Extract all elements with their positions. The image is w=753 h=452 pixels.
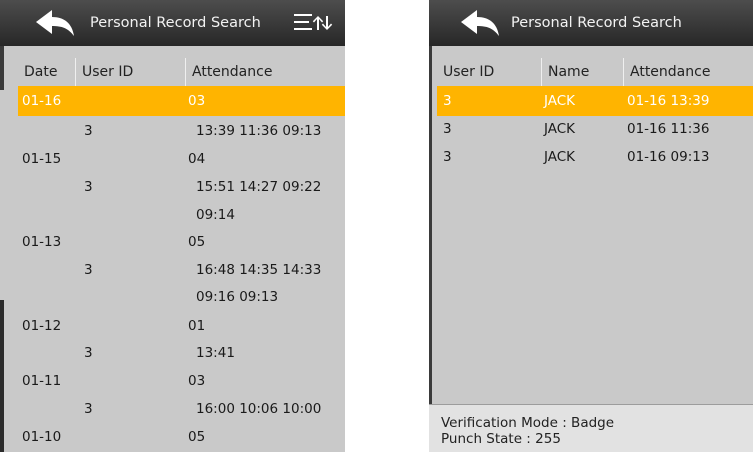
table-row[interactable]: 3 JACK 01-16 13:39	[437, 86, 753, 116]
record-detail-footer: Verification Mode : Badge Punch State : …	[429, 404, 753, 452]
table-row[interactable]: 09:14	[18, 200, 345, 230]
title-bar: Personal Record Search	[0, 0, 345, 46]
back-button[interactable]	[455, 7, 505, 39]
table-row[interactable]: 01-13 05	[18, 227, 345, 257]
date-cell: 01-12	[22, 318, 62, 334]
sort-icon	[294, 14, 333, 30]
attendance-cell: 04	[188, 151, 206, 167]
attendance-cell: 01-16 09:13	[627, 149, 710, 165]
table-header: User ID Name Attendance	[437, 58, 753, 86]
table-row[interactable]: 3 13:39 11:36 09:13	[18, 116, 345, 146]
back-button[interactable]	[30, 7, 80, 39]
page-title: Personal Record Search	[90, 15, 261, 31]
table-row[interactable]: 3 13:41	[18, 338, 345, 368]
name-cell: JACK	[544, 93, 576, 109]
user-id-cell: 3	[84, 123, 93, 139]
table-row[interactable]: 3 JACK 01-16 11:36	[437, 114, 753, 144]
date-cell: 01-10	[22, 429, 62, 445]
table-header: Date User ID Attendance	[18, 58, 345, 86]
table-row[interactable]: 3 15:51 14:27 09:22	[18, 172, 345, 202]
page-title: Personal Record Search	[511, 15, 682, 31]
attendance-cell: 01-16 11:36	[627, 121, 710, 137]
attendance-cell: 09:14	[196, 207, 235, 223]
record-detail-screen: Personal Record Search User ID Name Atte…	[429, 0, 753, 452]
column-header-name: Name	[541, 58, 623, 86]
table-row[interactable]: 01-12 01	[18, 311, 345, 341]
user-id-cell: 3	[84, 262, 93, 278]
table-row[interactable]: 3 16:48 14:35 14:33	[18, 255, 345, 285]
attendance-cell: 13:41	[196, 345, 235, 361]
user-id-cell: 3	[84, 345, 93, 361]
column-header-user-id: User ID	[443, 64, 495, 80]
attendance-cell: 01-16 13:39	[627, 93, 710, 109]
column-header-attendance: Attendance	[185, 58, 345, 86]
table-row[interactable]: 3 JACK 01-16 09:13	[437, 142, 753, 172]
title-bar: Personal Record Search	[429, 0, 753, 46]
column-header-user-id: User ID	[75, 58, 186, 86]
user-id-cell: 3	[443, 93, 452, 109]
attendance-cell: 15:51 14:27 09:22	[196, 179, 322, 195]
column-header-date: Date	[24, 64, 58, 80]
back-arrow-icon	[36, 10, 74, 36]
punch-state-text: Punch State : 255	[441, 431, 561, 447]
attendance-cell: 16:00 10:06 10:00	[196, 401, 322, 417]
attendance-cell: 05	[188, 234, 206, 250]
date-cell: 01-11	[22, 373, 62, 389]
attendance-cell: 05	[188, 429, 206, 445]
column-header-attendance: Attendance	[623, 58, 753, 86]
attendance-cell: 13:39 11:36 09:13	[196, 123, 322, 139]
date-cell: 01-15	[22, 151, 62, 167]
table-row[interactable]: 01-10 05	[18, 422, 345, 452]
attendance-cell: 03	[188, 373, 206, 389]
user-id-cell: 3	[443, 149, 452, 165]
user-id-cell: 3	[443, 121, 452, 137]
attendance-cell: 01	[188, 318, 206, 334]
user-id-cell: 3	[84, 401, 93, 417]
name-cell: JACK	[544, 121, 576, 137]
table-row[interactable]: 01-15 04	[18, 144, 345, 174]
verification-mode-text: Verification Mode : Badge	[441, 415, 615, 431]
user-id-cell: 3	[84, 179, 93, 195]
date-cell: 01-16	[22, 93, 62, 109]
left-edge-strip	[429, 46, 432, 404]
attendance-cell: 03	[188, 93, 206, 109]
table-row[interactable]: 01-16 03	[18, 86, 345, 116]
date-cell: 01-13	[22, 234, 62, 250]
back-arrow-icon	[461, 10, 499, 36]
scrollbar-thumb[interactable]	[0, 300, 4, 452]
attendance-cell: 16:48 14:35 14:33	[196, 262, 322, 278]
table-row[interactable]: 3 16:00 10:06 10:00	[18, 394, 345, 424]
sort-button[interactable]	[290, 9, 336, 39]
left-edge-strip	[0, 46, 4, 90]
attendance-cell: 09:16 09:13	[196, 289, 279, 305]
record-search-by-date-screen: Personal Record Search Date User ID Atte…	[0, 0, 345, 452]
name-cell: JACK	[544, 149, 576, 165]
table-row[interactable]: 01-11 03	[18, 366, 345, 396]
table-row[interactable]: 09:16 09:13	[18, 282, 345, 312]
